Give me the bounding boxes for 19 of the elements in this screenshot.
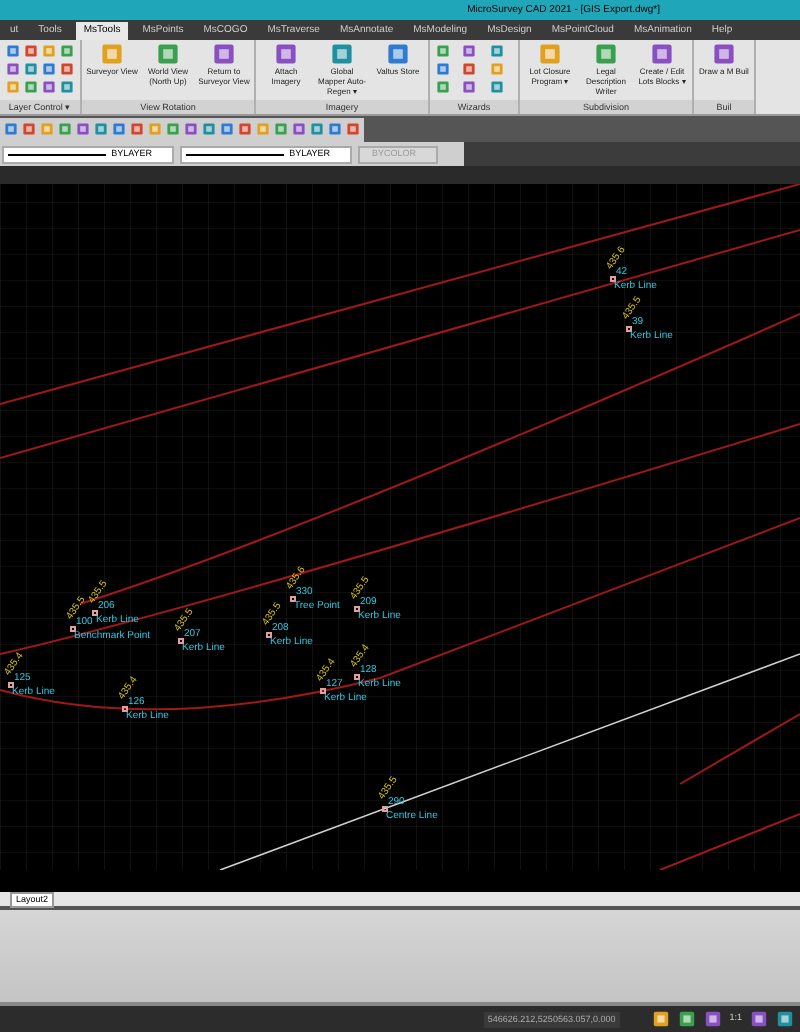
point-marker[interactable] [8, 682, 14, 688]
square-icon[interactable] [776, 1010, 794, 1028]
point-marker[interactable] [70, 626, 76, 632]
point-marker[interactable] [266, 632, 272, 638]
point-marker[interactable] [92, 610, 98, 616]
point-marker[interactable] [178, 638, 184, 644]
point-marker[interactable] [382, 806, 388, 812]
square-icon[interactable] [703, 1010, 722, 1028]
point-marker[interactable] [290, 596, 296, 602]
point-marker[interactable] [354, 674, 360, 680]
square-icon[interactable] [750, 1010, 768, 1028]
square-icon[interactable] [677, 1010, 696, 1028]
point-marker[interactable] [610, 276, 616, 282]
square-icon[interactable] [651, 1010, 670, 1028]
boundary-line [659, 813, 800, 870]
point-marker[interactable] [122, 706, 128, 712]
point-marker[interactable] [626, 326, 632, 332]
point-marker[interactable] [354, 606, 360, 612]
point-marker[interactable] [320, 688, 326, 694]
